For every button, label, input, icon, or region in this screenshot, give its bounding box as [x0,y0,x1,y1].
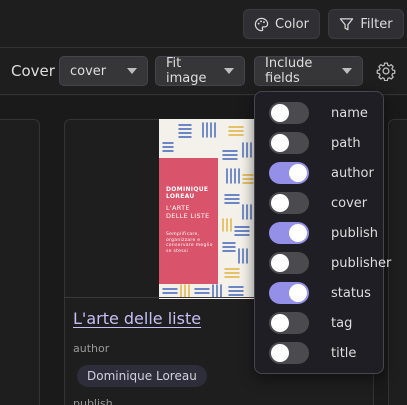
field-toggle-row-publisher[interactable]: publisher [269,248,391,278]
field-toggle-row-author[interactable]: author [269,158,374,188]
toggle-knob [289,284,307,302]
author-value-pill[interactable]: Dominique Loreau [77,365,207,387]
field-toggle-label: title [331,345,357,361]
chevron-down-icon [224,68,234,74]
include-fields-menu: name path author cover publish publisher statu… [254,91,391,374]
include-fields-value: Include fields [265,56,313,86]
toggle-knob [289,224,307,242]
toggle-switch[interactable] [269,312,309,334]
cover-title-block: DOMINIQUE LOREAU L'ARTE DELLE LISTE Semp… [159,158,218,284]
filter-button[interactable]: Filter [328,9,404,39]
field-toggle-label: publisher [331,255,392,271]
field-toggle-row-name[interactable]: name [269,98,368,128]
chevron-down-icon [342,68,352,74]
palette-icon [254,17,269,31]
gear-icon[interactable] [376,61,396,81]
cover-title-text: L'ARTE DELLE LISTE [166,204,210,220]
include-fields-select[interactable]: Include fields [254,56,363,86]
author-property-label: author [73,342,110,355]
color-button[interactable]: Color [243,9,320,39]
field-toggle-label: name [331,105,368,121]
field-toggle-label: cover [331,195,368,211]
color-button-label: Color [275,16,309,32]
field-toggle-label: status [331,285,371,301]
toggle-knob [271,134,289,152]
field-toggle-row-status[interactable]: status [269,278,371,308]
toggle-switch[interactable] [269,162,309,184]
fit-image-select[interactable]: Fit image [155,56,245,86]
book-title-link[interactable]: L'arte delle liste [73,309,201,328]
next-property-label: publish [73,397,113,405]
toggle-knob [271,344,289,362]
toggle-switch[interactable] [269,102,309,124]
field-toggle-label: tag [331,315,353,331]
toggle-knob [271,314,289,332]
fit-image-value: Fit image [166,56,207,86]
field-toggle-label: publish [331,225,378,241]
field-toggle-row-cover[interactable]: cover [269,188,367,218]
field-toggle-label: author [331,165,374,181]
toggle-knob [271,254,289,272]
field-toggle-row-path[interactable]: path [269,128,361,158]
field-toggle-row-tag[interactable]: tag [269,308,352,338]
toggle-switch[interactable] [269,132,309,154]
toggle-knob [289,164,307,182]
filter-button-label: Filter [360,16,393,32]
toggle-switch[interactable] [269,192,309,214]
cover-property-select[interactable]: cover [59,56,148,86]
chevron-down-icon [127,68,137,74]
field-toggle-label: path [331,135,361,151]
field-toggle-row-title[interactable]: title [269,338,356,368]
filter-icon [340,17,354,30]
card-partial-left[interactable] [0,119,40,405]
cover-label: Cover [11,62,55,80]
cover-author-text: DOMINIQUE LOREAU [166,186,209,200]
cover-property-value: cover [70,63,107,79]
toggle-switch[interactable] [269,342,309,364]
cover-subtitle-text: Semplificare, organizzare e conservare m… [166,232,213,254]
toggle-knob [271,104,289,122]
toggle-switch[interactable] [269,222,309,244]
field-toggle-row-publish[interactable]: publish [269,218,378,248]
toggle-switch[interactable] [269,252,309,274]
toggle-knob [271,194,289,212]
toggle-switch[interactable] [269,282,309,304]
